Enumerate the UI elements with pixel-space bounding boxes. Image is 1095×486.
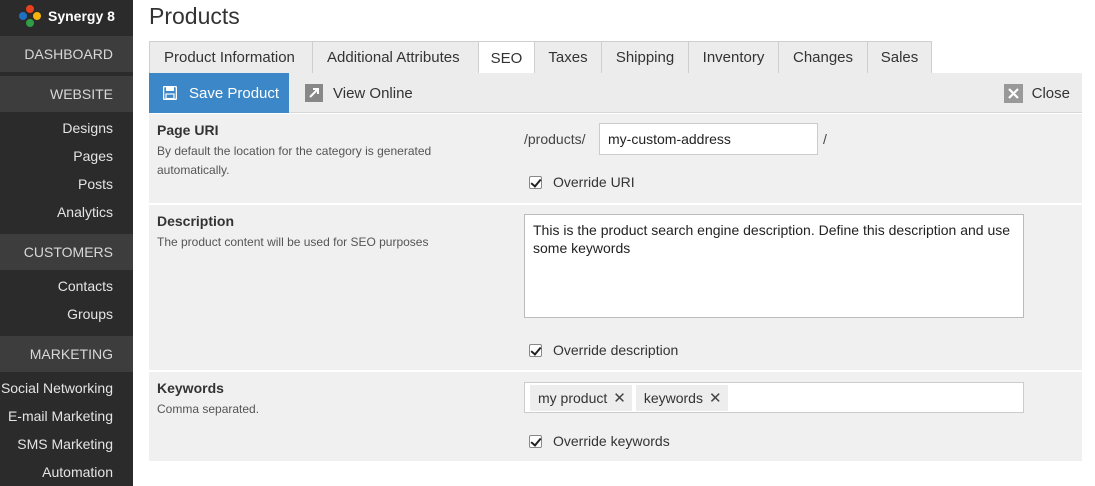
checkbox-checked-icon [529,343,542,357]
tab-bar: Product Information Additional Attribute… [149,41,932,74]
uri-suffix: / [823,131,827,147]
override-description-label: Override description [553,342,679,358]
close-button[interactable]: Close [1003,73,1070,113]
keyword-tag-label: keywords [643,389,703,406]
keywords-input[interactable]: my product ✕ keywords ✕ [524,382,1024,413]
tab-taxes[interactable]: Taxes [534,41,602,73]
keyword-tag: keywords ✕ [635,384,728,411]
close-label: Close [1031,84,1070,102]
page-uri-label: Page URI [157,122,219,138]
view-online-button[interactable]: View Online [305,73,413,113]
override-uri-checkbox[interactable]: Override URI [529,174,635,190]
save-product-label: Save Product [189,84,280,102]
tab-shipping[interactable]: Shipping [601,41,689,73]
sidebar-item-automation[interactable]: Automation [0,458,133,486]
uri-prefix: /products/ [524,131,586,147]
sidebar-item-groups[interactable]: Groups [0,300,133,328]
remove-tag-icon[interactable]: ✕ [613,389,626,407]
external-link-icon [305,84,323,102]
page-uri-section: Page URI By default the location for the… [149,114,1082,203]
keywords-hint: Comma separated. [157,402,260,416]
brand[interactable]: Synergy 8 [0,0,133,32]
tab-inventory[interactable]: Inventory [688,41,779,73]
view-online-label: View Online [333,84,413,102]
tab-sales[interactable]: Sales [867,41,932,73]
description-label: Description [157,213,235,229]
sidebar-item-contacts[interactable]: Contacts [0,272,133,300]
sidebar-item-analytics[interactable]: Analytics [0,198,133,226]
page-title: Products [149,3,240,29]
keywords-section: Keywords Comma separated. my product ✕ k… [149,372,1082,461]
keywords-label: Keywords [157,380,224,396]
page-uri-hint: By default the location for the category… [157,144,432,177]
override-uri-label: Override URI [553,174,635,190]
synergy-logo-icon [19,5,41,27]
override-keywords-label: Override keywords [553,433,670,449]
sidebar-section-marketing[interactable]: MARKETING [0,332,133,372]
description-hint: The product content will be used for SEO… [157,235,429,249]
tab-product-information[interactable]: Product Information [149,41,313,73]
tab-additional-attributes[interactable]: Additional Attributes [312,41,479,73]
keyword-tag-label: my product [538,389,608,406]
checkbox-checked-icon [529,434,542,448]
brand-name: Synergy 8 [48,8,115,24]
sidebar: Synergy 8 DASHBOARD WEBSITE Designs Page… [0,0,133,486]
sidebar-section-website[interactable]: WEBSITE [0,72,133,112]
sidebar-item-social-networking[interactable]: Social Networking [0,374,133,402]
sidebar-item-pages[interactable]: Pages [0,142,133,170]
sidebar-section-dashboard[interactable]: DASHBOARD [0,32,133,72]
save-product-button[interactable]: Save Product [149,73,289,113]
description-textarea[interactable]: This is the product search engine descri… [524,214,1024,318]
sidebar-section-customers[interactable]: CUSTOMERS [0,230,133,270]
description-section: Description The product content will be … [149,205,1082,370]
toolbar: Save Product View Online Close [149,73,1082,113]
floppy-disk-icon [163,86,177,100]
keyword-tag: my product ✕ [530,384,632,411]
page-uri-input[interactable] [599,123,818,155]
override-description-checkbox[interactable]: Override description [529,342,678,358]
sidebar-item-sms-marketing[interactable]: SMS Marketing [0,430,133,458]
tab-seo[interactable]: SEO [478,41,535,74]
sidebar-item-posts[interactable]: Posts [0,170,133,198]
close-icon [1003,83,1023,103]
override-keywords-checkbox[interactable]: Override keywords [529,433,670,449]
tab-changes[interactable]: Changes [778,41,868,73]
checkbox-checked-icon [529,175,542,189]
sidebar-item-email-marketing[interactable]: E-mail Marketing [0,402,133,430]
sidebar-item-designs[interactable]: Designs [0,114,133,142]
remove-tag-icon[interactable]: ✕ [709,389,722,407]
